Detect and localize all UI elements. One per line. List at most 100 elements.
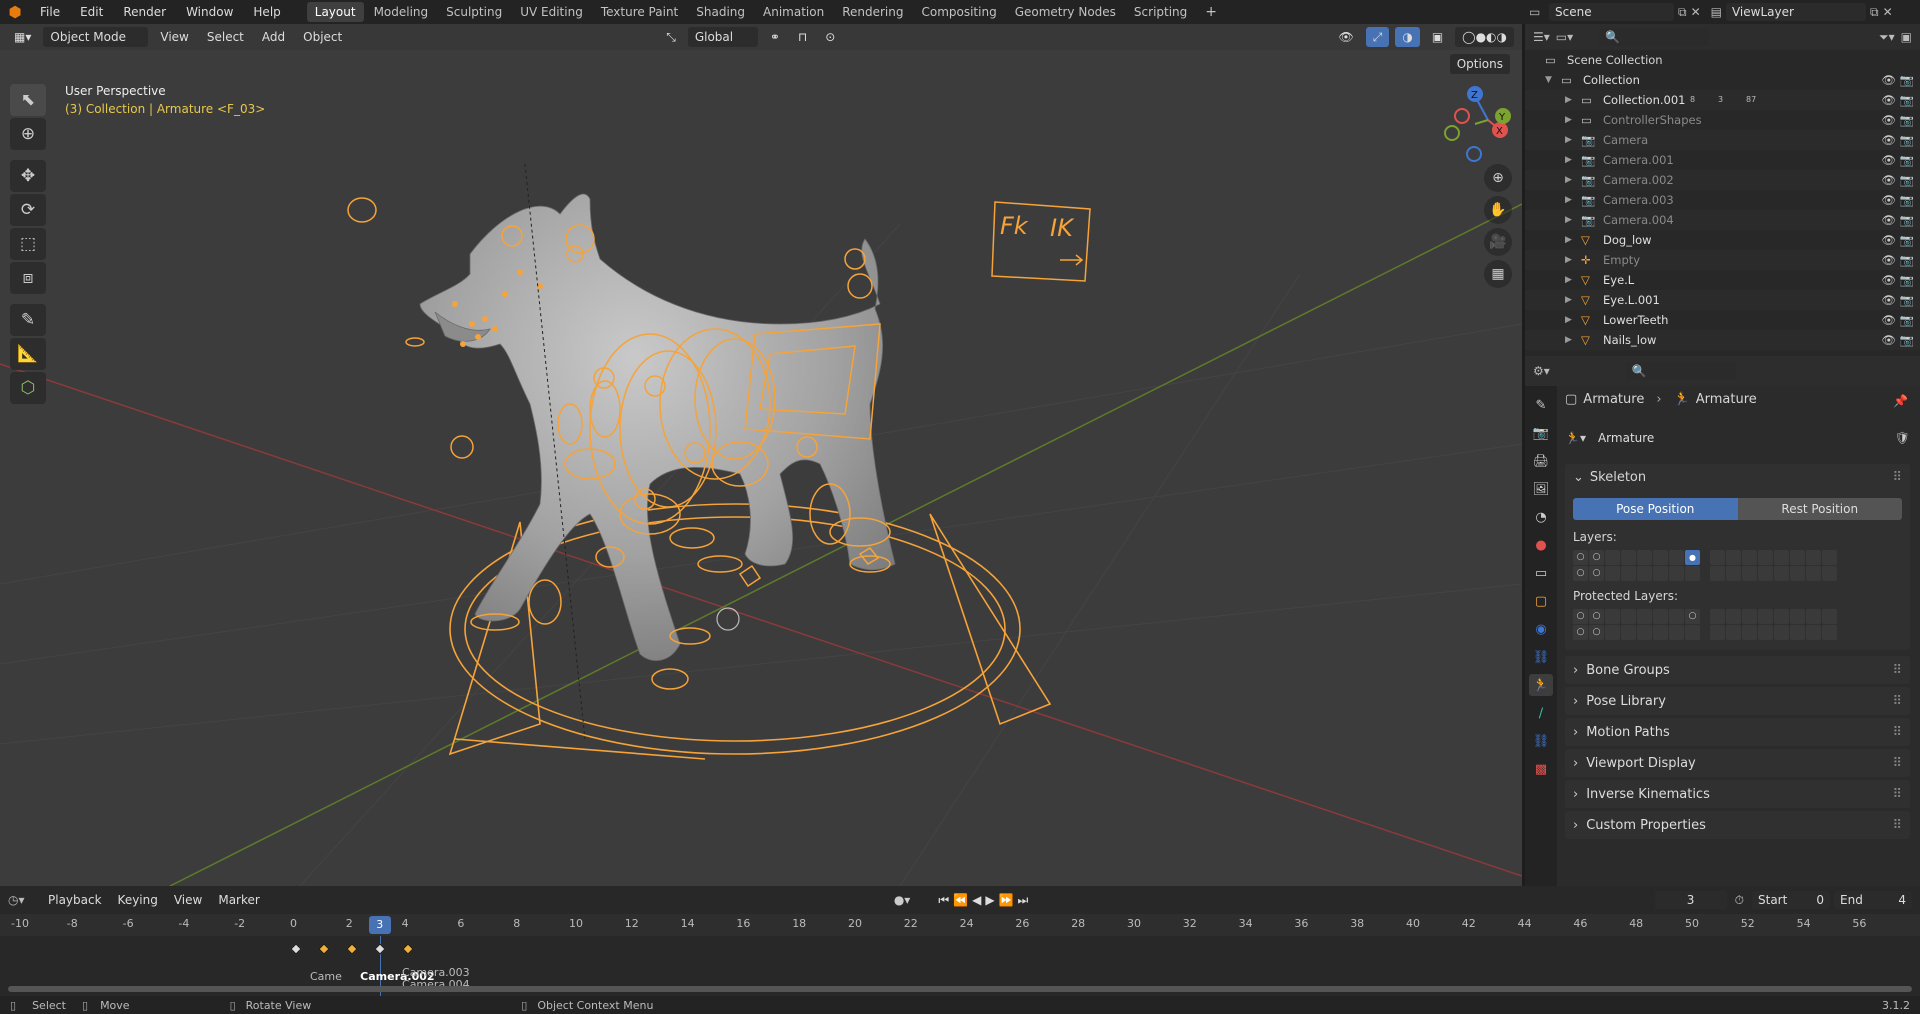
menu-add[interactable]: Add	[256, 27, 291, 47]
protected-block-b[interactable]	[1710, 609, 1837, 640]
xray-icon[interactable]: ▣	[1426, 27, 1449, 47]
viewlayer-icon[interactable]: ▤	[1711, 5, 1722, 19]
annotate-tool-icon[interactable]: ✎	[10, 304, 46, 336]
expand-right-icon[interactable]: ▶	[1565, 230, 1572, 250]
visibility-eye-icon[interactable]: 👁	[1881, 190, 1896, 210]
outliner-row[interactable]: ▶ ▽ Eye.L.001 👁 📷	[1525, 290, 1920, 310]
layer-cell[interactable]	[1758, 566, 1773, 581]
fake-user-icon[interactable]: 🛡	[1895, 431, 1910, 445]
layer-cell[interactable]: ○	[1589, 625, 1604, 640]
view-layer-tab-icon[interactable]: 🖼	[1529, 478, 1553, 500]
layer-cell[interactable]	[1726, 625, 1741, 640]
render-camera-icon[interactable]: 📷	[1900, 290, 1914, 310]
render-camera-icon[interactable]: 📷	[1900, 150, 1914, 170]
timeline-body[interactable]: Came Camera.002 Camera.003 Camera.004	[0, 936, 1920, 996]
outliner-row[interactable]: ▶ 📷 Camera.002 👁 📷	[1525, 170, 1920, 190]
layer-cell[interactable]	[1637, 609, 1652, 624]
render-camera-icon[interactable]: 📷	[1900, 170, 1914, 190]
layer-cell[interactable]	[1790, 609, 1805, 624]
layer-cell[interactable]: ○	[1685, 609, 1700, 624]
protected-block-a[interactable]: ○ ○ ○ ○ ○	[1573, 609, 1700, 640]
close-icon[interactable]: ✕	[1883, 5, 1893, 19]
layer-cell[interactable]	[1605, 550, 1620, 565]
menu-marker[interactable]: Marker	[212, 890, 265, 910]
layer-cell[interactable]	[1637, 566, 1652, 581]
layer-cell[interactable]	[1806, 625, 1821, 640]
scene-selector[interactable]: Scene	[1549, 3, 1674, 21]
layer-cell[interactable]	[1669, 566, 1684, 581]
viewlayer-selector[interactable]: ViewLayer	[1725, 3, 1866, 21]
drag-handle-icon[interactable]: ⠿	[1892, 694, 1902, 709]
layer-cell[interactable]	[1637, 625, 1652, 640]
layer-cell[interactable]: ○	[1573, 566, 1588, 581]
armature-data-icon[interactable]: 🏃▾	[1565, 431, 1586, 445]
viewport-scene[interactable]: Fk IK Z X Y	[0, 24, 1522, 886]
visibility-icon[interactable]: 👁	[1332, 27, 1359, 47]
drag-handle-icon[interactable]: ⠿	[1892, 818, 1902, 833]
layer-cell[interactable]	[1774, 566, 1789, 581]
snap-icon[interactable]: ⊓	[792, 27, 813, 47]
playhead-frame[interactable]: 3	[368, 916, 391, 934]
drag-handle-icon[interactable]: ⠿	[1892, 725, 1902, 740]
render-camera-icon[interactable]: 📷	[1900, 130, 1914, 150]
zoom-icon[interactable]: ⊕	[1484, 164, 1512, 192]
outliner-row[interactable]: ▶ ▽ LowerTeeth 👁 📷	[1525, 310, 1920, 330]
render-tab-icon[interactable]: 📷	[1529, 422, 1553, 444]
layer-cell[interactable]: ○	[1589, 566, 1604, 581]
3d-viewport[interactable]: Fk IK Z X Y ▦▾ Object Mode View Select A…	[0, 24, 1522, 886]
visibility-eye-icon[interactable]: 👁	[1881, 150, 1896, 170]
panel-bone-groups[interactable]: › Bone Groups ⠿	[1565, 656, 1910, 684]
filter-icon[interactable]: ⏷▾	[1879, 30, 1895, 45]
outliner-row[interactable]: ▶ ▽ Eye.L 👁 📷	[1525, 270, 1920, 290]
stopwatch-icon[interactable]: ⏱	[1735, 893, 1744, 908]
layer-cell[interactable]	[1822, 566, 1837, 581]
fk-ik-switch[interactable]: Fk IK	[991, 201, 1091, 282]
keyframe-diamond[interactable]	[290, 943, 302, 955]
orientation-selector[interactable]: Global	[687, 27, 758, 47]
layer-cell[interactable]	[1822, 609, 1837, 624]
select-tool-icon[interactable]: ⬉	[10, 84, 46, 116]
visibility-eye-icon[interactable]: 👁	[1881, 210, 1896, 230]
layer-cell[interactable]	[1774, 609, 1789, 624]
world-tab-icon[interactable]: ●	[1529, 534, 1553, 556]
panel-pose-library[interactable]: › Pose Library ⠿	[1565, 687, 1910, 715]
render-camera-icon[interactable]: 📷	[1900, 250, 1914, 270]
render-camera-icon[interactable]: 📷	[1900, 270, 1914, 290]
expand-right-icon[interactable]: ▶	[1565, 210, 1572, 230]
tool-tab-icon[interactable]: ✎	[1529, 394, 1553, 416]
play-reverse-icon[interactable]: ◀	[972, 893, 981, 907]
current-frame-field[interactable]: 3	[1654, 891, 1727, 909]
layer-cell[interactable]	[1669, 609, 1684, 624]
outliner-editor-icon[interactable]: ☰▾	[1533, 30, 1550, 44]
outliner-row[interactable]: ▶ 📷 Camera.003 👁 📷	[1525, 190, 1920, 210]
layer-cell[interactable]	[1669, 625, 1684, 640]
layer-cell[interactable]	[1758, 625, 1773, 640]
layer-cell[interactable]	[1710, 566, 1725, 581]
panel-custom-properties[interactable]: › Custom Properties ⠿	[1565, 811, 1910, 839]
keyframe-diamond[interactable]	[318, 943, 330, 955]
menu-timeline-view[interactable]: View	[168, 890, 208, 910]
layer-cell[interactable]: ○	[1589, 609, 1604, 624]
tab-rendering[interactable]: Rendering	[834, 2, 911, 22]
menu-help[interactable]: Help	[243, 0, 290, 24]
render-camera-icon[interactable]: 📷	[1900, 330, 1914, 350]
blender-logo-icon[interactable]: ⬢	[0, 0, 30, 24]
armature-name-field[interactable]: Armature	[1591, 427, 1889, 449]
rest-position-button[interactable]: Rest Position	[1737, 498, 1902, 520]
tab-compositing[interactable]: Compositing	[913, 2, 1004, 22]
drag-handle-icon[interactable]: ⠿	[1892, 787, 1902, 802]
outliner-search-input[interactable]: 🔍	[1599, 28, 1710, 46]
armature-data-tab-icon[interactable]: 🏃	[1529, 674, 1553, 696]
layer-cell[interactable]	[1637, 550, 1652, 565]
layer-cell[interactable]	[1822, 550, 1837, 565]
menu-edit[interactable]: Edit	[70, 0, 113, 24]
outliner-row[interactable]: ▶ ▽ Dog_low 👁 📷	[1525, 230, 1920, 250]
layer-cell[interactable]	[1685, 625, 1700, 640]
layer-cell[interactable]	[1605, 566, 1620, 581]
new-collection-icon[interactable]: ▣	[1901, 30, 1912, 44]
expand-right-icon[interactable]: ▶	[1565, 290, 1572, 310]
outliner-row[interactable]: ▼ ▭ Collection 👁 📷	[1525, 70, 1920, 90]
outliner-row[interactable]: ▶ ▽ Nails_low 👁 📷	[1525, 330, 1920, 350]
overlay-toggle-icon[interactable]: ◑	[1395, 27, 1420, 47]
texture-tab-icon[interactable]: ▩	[1529, 758, 1553, 780]
